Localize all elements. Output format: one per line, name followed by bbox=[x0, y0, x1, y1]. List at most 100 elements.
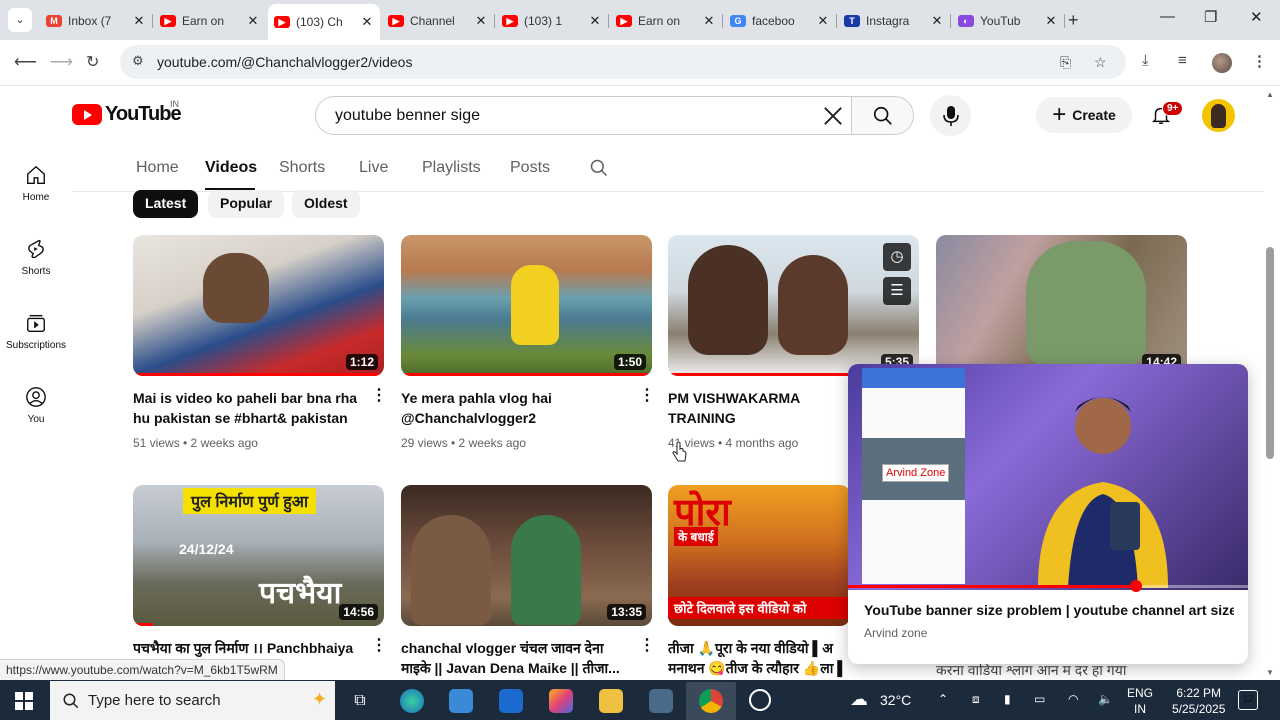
tab-close-icon[interactable]: ✕ bbox=[930, 13, 944, 29]
video-menu-icon[interactable]: ⋮ bbox=[639, 638, 655, 654]
video-menu-icon[interactable]: ⋮ bbox=[371, 388, 387, 404]
tab-close-icon[interactable]: ✕ bbox=[246, 13, 260, 29]
microsoft-store-icon[interactable] bbox=[449, 689, 473, 713]
tab-home[interactable]: Home bbox=[136, 159, 179, 177]
video-thumbnail[interactable]: पुल निर्माण पुर्ण हुआ 24/12/24 पचभैया 14… bbox=[133, 485, 384, 626]
edge-browser-icon[interactable] bbox=[400, 689, 424, 713]
browser-tab[interactable]: ◐ YouTub ✕ bbox=[952, 6, 1065, 36]
language-indicator[interactable]: ENG IN bbox=[1127, 685, 1153, 717]
temperature[interactable]: 32°C bbox=[880, 692, 911, 708]
preview-title[interactable]: YouTube banner size problem | youtube ch… bbox=[864, 602, 1234, 618]
notification-center-icon[interactable]: 12 bbox=[1238, 690, 1258, 710]
search-query[interactable]: youtube benner sige bbox=[335, 107, 480, 125]
video-title[interactable]: Ye mera pahla vlog hai @Chanchalvlogger2 bbox=[401, 388, 626, 428]
video-menu-icon[interactable]: ⋮ bbox=[639, 388, 655, 404]
reload-icon[interactable]: ↻ bbox=[86, 52, 99, 72]
video-thumbnail[interactable]: पोरा के बधाई छोटे दिलवाले इस वीडियो को bbox=[668, 485, 850, 626]
chip-latest[interactable]: Latest bbox=[133, 190, 199, 218]
weather-icon[interactable]: ☁ bbox=[850, 689, 868, 710]
volume-icon[interactable]: 🔈 bbox=[1098, 692, 1113, 706]
sidebar-item-shorts[interactable]: Shorts bbox=[0, 238, 72, 277]
video-thumbnail[interactable]: 1:12 bbox=[133, 235, 384, 376]
account-avatar[interactable] bbox=[1202, 99, 1235, 132]
browser-menu-icon[interactable]: ⋮ bbox=[1252, 52, 1267, 70]
sidebar-item-home[interactable]: Home bbox=[0, 164, 72, 203]
voice-search-button[interactable] bbox=[930, 95, 971, 136]
forward-icon[interactable]: ⟶ bbox=[50, 52, 73, 72]
install-app-icon[interactable]: ⎘ bbox=[1060, 54, 1071, 71]
tab-posts[interactable]: Posts bbox=[510, 159, 550, 177]
tray-expand-icon[interactable]: ⌃ bbox=[938, 692, 948, 706]
video-thumbnail[interactable]: 14:42 bbox=[936, 235, 1187, 376]
task-view-icon[interactable]: ⧉ bbox=[348, 689, 372, 713]
video-thumbnail[interactable]: 1:50 bbox=[401, 235, 652, 376]
pinned-app-icon[interactable] bbox=[649, 689, 673, 713]
tab-close-icon[interactable]: ✕ bbox=[588, 13, 602, 29]
file-explorer-icon[interactable] bbox=[599, 689, 623, 713]
browser-tab[interactable]: ▶ (103) 1 ✕ bbox=[496, 6, 609, 36]
tab-shorts[interactable]: Shorts bbox=[279, 159, 325, 177]
chip-oldest[interactable]: Oldest bbox=[292, 190, 360, 218]
wifi-icon[interactable]: ◠ bbox=[1068, 692, 1078, 706]
site-info-icon[interactable]: ⚙ bbox=[132, 53, 144, 69]
create-button[interactable]: + Create bbox=[1036, 97, 1132, 133]
channel-search-icon[interactable] bbox=[589, 158, 609, 178]
tab-close-icon[interactable]: ✕ bbox=[132, 13, 146, 29]
add-to-queue-icon[interactable]: ☰ bbox=[883, 277, 911, 305]
hover-preview-card[interactable]: Arvind Zone YouTube banner size problem … bbox=[848, 364, 1248, 664]
tab-close-icon[interactable]: ✕ bbox=[702, 13, 716, 29]
tray-app-icon[interactable]: ⧈ bbox=[972, 692, 980, 707]
video-thumbnail[interactable]: ◷ ☰ 5:35 bbox=[668, 235, 919, 376]
tab-close-icon[interactable]: ✕ bbox=[816, 13, 830, 29]
taskbar-clock[interactable]: 6:22 PM 5/25/2025 bbox=[1172, 685, 1225, 717]
tab-search-button[interactable]: ⌄ bbox=[8, 8, 32, 32]
back-icon[interactable]: ⟵ bbox=[14, 52, 37, 72]
video-menu-icon[interactable]: ⋮ bbox=[371, 638, 387, 654]
clear-search-icon[interactable] bbox=[819, 102, 847, 130]
battery-icon[interactable]: ▭ bbox=[1034, 692, 1045, 706]
preview-channel-name[interactable]: Arvind zone bbox=[864, 626, 927, 640]
copilot-sparkle-icon[interactable]: ✦ bbox=[312, 689, 327, 710]
browser-tab[interactable]: T Instagra ✕ bbox=[838, 6, 951, 36]
sidebar-item-you[interactable]: You bbox=[0, 386, 72, 425]
video-title[interactable]: Mai is video ko paheli bar bna rha hu pa… bbox=[133, 388, 358, 428]
page-scrollbar[interactable] bbox=[1266, 247, 1274, 459]
search-button[interactable] bbox=[851, 96, 914, 135]
restore-icon[interactable]: ❐ bbox=[1204, 8, 1217, 26]
windows-start-icon[interactable] bbox=[15, 692, 33, 710]
pinned-app-icon[interactable] bbox=[749, 689, 771, 711]
browser-tab[interactable]: ▶ Earn on ✕ bbox=[154, 6, 266, 36]
address-bar[interactable]: ⚙ youtube.com/@Chanchalvlogger2/videos ⎘… bbox=[120, 45, 1126, 79]
video-title[interactable]: PM VISHWAKARMA TRAINING CHHATTISGARH ENG… bbox=[668, 388, 848, 428]
browser-profile-avatar[interactable] bbox=[1212, 53, 1232, 73]
browser-tab[interactable]: M Inbox (7 ✕ bbox=[40, 6, 153, 36]
tab-close-icon[interactable]: ✕ bbox=[474, 13, 488, 29]
bookmark-star-icon[interactable]: ☆ bbox=[1094, 54, 1107, 71]
browser-tab[interactable]: Gfaceboo ✕ bbox=[724, 6, 837, 36]
browser-tab[interactable]: ▶ Channel ✕ bbox=[382, 6, 495, 36]
preview-scrubber-handle[interactable] bbox=[1130, 580, 1142, 592]
search-input[interactable]: youtube benner sige bbox=[315, 96, 851, 135]
scroll-up-arrow[interactable]: ▲ bbox=[1266, 90, 1274, 99]
outlook-icon[interactable] bbox=[499, 689, 523, 713]
minimize-icon[interactable]: — bbox=[1160, 8, 1175, 25]
chrome-taskbar-button[interactable] bbox=[686, 682, 736, 720]
video-title[interactable]: तीजा 🙏पूरा के नया वीडियो ▌अ मनाथन 😋तीज क… bbox=[668, 638, 848, 678]
chip-popular[interactable]: Popular bbox=[208, 190, 285, 218]
new-tab-button[interactable]: + bbox=[1068, 10, 1079, 31]
preview-progress-track[interactable] bbox=[848, 580, 1248, 592]
tab-live[interactable]: Live bbox=[359, 159, 388, 177]
close-window-icon[interactable]: ✕ bbox=[1250, 8, 1263, 26]
url-text[interactable]: youtube.com/@Chanchalvlogger2/videos bbox=[157, 54, 412, 70]
copilot-app-icon[interactable] bbox=[549, 689, 573, 713]
tab-playlists[interactable]: Playlists bbox=[422, 159, 481, 177]
youtube-logo[interactable]: YouTube bbox=[72, 103, 182, 126]
watch-later-icon[interactable]: ◷ bbox=[883, 243, 911, 271]
tab-close-icon[interactable]: ✕ bbox=[1044, 13, 1058, 29]
browser-tab[interactable]: ▶ Earn on ✕ bbox=[610, 6, 723, 36]
preview-video[interactable]: Arvind Zone bbox=[848, 364, 1248, 592]
tab-close-icon[interactable]: ✕ bbox=[360, 14, 374, 30]
tray-mic-icon[interactable]: ▮ bbox=[1004, 692, 1011, 706]
browser-tab[interactable]: ▶ (103) Ch ✕ bbox=[268, 4, 380, 40]
media-control-icon[interactable]: ≡ bbox=[1178, 52, 1187, 69]
